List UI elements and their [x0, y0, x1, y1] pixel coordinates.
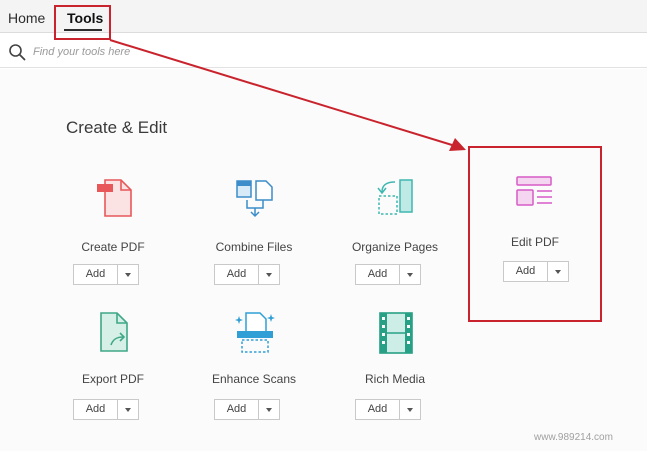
tool-organize-pages[interactable]: Organize Pages Add	[335, 176, 455, 296]
add-button-group: Add	[73, 264, 139, 285]
add-button-group: Add	[355, 399, 421, 420]
tool-combine-files[interactable]: Combine Files Add	[194, 176, 314, 296]
tool-export-pdf[interactable]: Export PDF Add	[53, 311, 173, 431]
section-title: Create & Edit	[66, 118, 168, 137]
add-button[interactable]: Add	[74, 265, 118, 284]
chevron-down-icon	[125, 273, 131, 277]
add-button[interactable]: Add	[356, 265, 400, 284]
add-dropdown-button[interactable]	[119, 265, 138, 284]
add-dropdown-button[interactable]	[260, 265, 279, 284]
tool-enhance-scans[interactable]: Enhance Scans Add	[194, 311, 314, 431]
chevron-down-icon	[266, 273, 272, 277]
add-dropdown-button[interactable]	[401, 400, 420, 419]
tool-label: Create PDF	[81, 240, 145, 254]
add-button[interactable]: Add	[215, 400, 259, 419]
add-button[interactable]: Add	[74, 400, 118, 419]
search-icon[interactable]	[8, 43, 26, 61]
add-button-group: Add	[73, 399, 139, 420]
tool-label: Rich Media	[364, 372, 426, 386]
edit-pdf-highlight-box	[468, 146, 602, 322]
chevron-down-icon	[407, 408, 413, 412]
add-button-group: Add	[355, 264, 421, 285]
watermark: www.989214.com	[534, 432, 613, 443]
tool-rich-media[interactable]: Rich Media Add	[335, 311, 455, 431]
add-button-group: Add	[214, 399, 280, 420]
create-pdf-icon	[97, 179, 132, 217]
add-dropdown-button[interactable]	[401, 265, 420, 284]
add-button[interactable]: Add	[215, 265, 259, 284]
tool-label: Export PDF	[81, 372, 144, 386]
chevron-down-icon	[407, 273, 413, 277]
enhance-scans-icon	[235, 312, 275, 353]
organize-pages-icon	[377, 179, 413, 215]
add-dropdown-button[interactable]	[119, 400, 138, 419]
rich-media-icon	[379, 312, 413, 354]
chevron-down-icon	[266, 408, 272, 412]
tools-tab-highlight-box	[54, 5, 111, 40]
tab-home[interactable]: Home	[8, 10, 45, 26]
tool-label: Enhance Scans	[211, 372, 297, 386]
search-input[interactable]	[33, 44, 283, 60]
add-button[interactable]: Add	[356, 400, 400, 419]
export-pdf-icon	[100, 312, 128, 352]
add-dropdown-button[interactable]	[260, 400, 279, 419]
chevron-down-icon	[125, 408, 131, 412]
add-button-group: Add	[214, 264, 280, 285]
tool-label: Combine Files	[215, 240, 293, 254]
tool-create-pdf[interactable]: Create PDF Add	[53, 176, 173, 296]
tool-label: Organize Pages	[351, 240, 439, 254]
combine-files-icon	[236, 180, 273, 218]
